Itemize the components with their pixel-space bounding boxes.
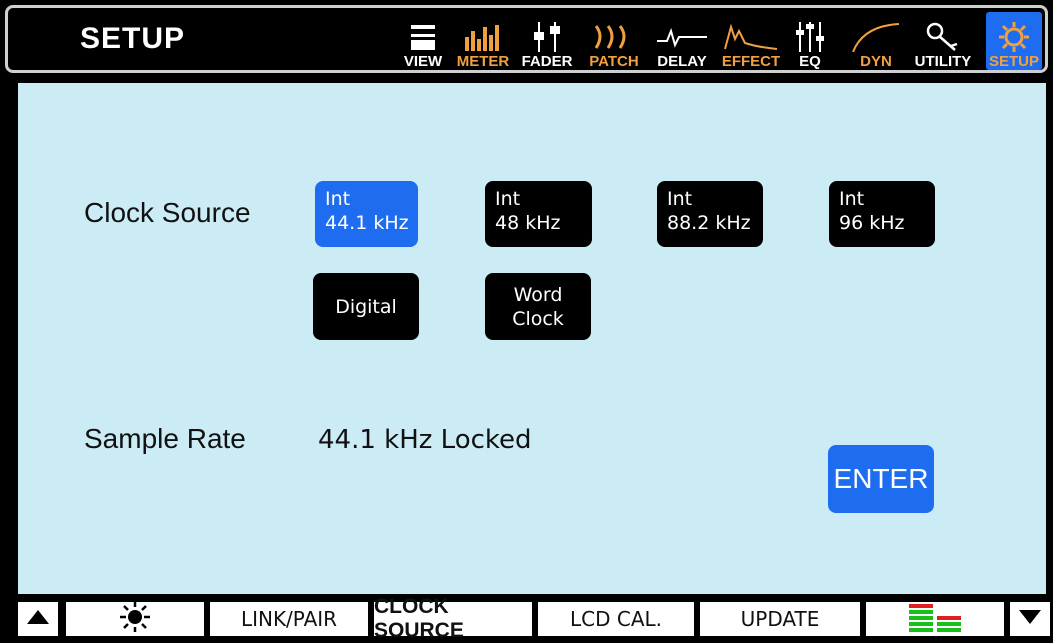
nav-utility-label: UTILITY bbox=[914, 53, 972, 70]
utility-icon bbox=[925, 20, 961, 54]
tab-link-pair[interactable]: LINK/PAIR bbox=[210, 602, 368, 636]
level-meter-button[interactable] bbox=[866, 602, 1004, 636]
view-icon bbox=[408, 20, 438, 54]
nav-view-label: VIEW bbox=[403, 53, 443, 70]
nav-dyn-label: DYN bbox=[860, 53, 892, 70]
nav-setup-label: SETUP bbox=[988, 53, 1039, 70]
nav-meter-label: METER bbox=[456, 53, 510, 70]
clock-int-44-1-button[interactable]: Int 44.1 kHz bbox=[315, 181, 418, 247]
eq-icon bbox=[795, 20, 825, 54]
nav-patch-label: PATCH bbox=[589, 53, 639, 70]
fader-icon bbox=[530, 20, 564, 54]
clock-int-48-line2: 48 kHz bbox=[495, 212, 561, 234]
brightness-button[interactable] bbox=[66, 601, 204, 637]
scroll-down-button[interactable] bbox=[1010, 602, 1050, 636]
clock-word-clock-button[interactable]: Word Clock bbox=[485, 273, 591, 340]
clock-int-96-button[interactable]: Int 96 kHz bbox=[829, 181, 935, 247]
delay-icon bbox=[657, 20, 707, 54]
nav-utility[interactable]: UTILITY bbox=[906, 12, 980, 70]
tab-clock-source[interactable]: CLOCK SOURCE bbox=[374, 595, 532, 642]
nav-patch[interactable]: PATCH bbox=[584, 12, 644, 70]
sample-rate-label: Sample Rate bbox=[84, 423, 246, 454]
nav-delay-label: DELAY bbox=[657, 53, 707, 70]
nav-effect[interactable]: EFFECT bbox=[718, 12, 784, 70]
level-meter-icon bbox=[905, 602, 965, 637]
setup-panel: Clock Source Int 44.1 kHz Int 48 kHz Int… bbox=[18, 83, 1046, 594]
nav-effect-label: EFFECT bbox=[721, 53, 781, 70]
clock-int-88-2-line2: 88.2 kHz bbox=[667, 212, 751, 234]
clock-int-44-1-line2: 44.1 kHz bbox=[325, 212, 409, 234]
setup-gear-icon bbox=[997, 20, 1031, 54]
dyn-icon bbox=[849, 20, 903, 54]
clock-int-44-1-line1: Int bbox=[325, 188, 351, 210]
meter-icon bbox=[463, 20, 503, 54]
clock-source-label: Clock Source bbox=[84, 197, 251, 228]
scroll-up-button[interactable] bbox=[18, 602, 58, 636]
clock-int-48-line1: Int bbox=[495, 188, 521, 210]
clock-word-clock-line1: Word bbox=[513, 283, 563, 306]
sample-rate-value: 44.1 kHz Locked bbox=[318, 425, 532, 455]
nav-fader[interactable]: FADER bbox=[518, 12, 576, 70]
clock-digital-label: Digital bbox=[335, 295, 397, 318]
tab-update[interactable]: UPDATE bbox=[700, 602, 860, 636]
nav-meter[interactable]: METER bbox=[456, 12, 510, 70]
clock-int-48-button[interactable]: Int 48 kHz bbox=[485, 181, 592, 247]
down-arrow-icon bbox=[1017, 608, 1043, 630]
nav-eq-label: EQ bbox=[799, 53, 821, 70]
nav-eq[interactable]: EQ bbox=[790, 12, 830, 70]
brightness-icon bbox=[118, 601, 152, 637]
nav-setup[interactable]: SETUP bbox=[986, 12, 1042, 70]
patch-icon bbox=[592, 20, 636, 54]
clock-digital-button[interactable]: Digital bbox=[313, 273, 419, 340]
clock-int-88-2-button[interactable]: Int 88.2 kHz bbox=[657, 181, 763, 247]
nav-dyn[interactable]: DYN bbox=[846, 12, 906, 70]
effect-icon bbox=[723, 20, 779, 54]
clock-int-96-line2: 96 kHz bbox=[839, 212, 905, 234]
clock-int-96-line1: Int bbox=[839, 188, 865, 210]
top-navigation-bar: SETUP VIEW METER FADER PATCH DELAY EFFEC bbox=[5, 5, 1048, 73]
clock-word-clock-line2: Clock bbox=[512, 307, 564, 330]
clock-int-88-2-line1: Int bbox=[667, 188, 693, 210]
enter-button[interactable]: ENTER bbox=[828, 445, 934, 513]
up-arrow-icon bbox=[25, 608, 51, 630]
tab-lcd-cal[interactable]: LCD CAL. bbox=[538, 602, 694, 636]
page-title: SETUP bbox=[80, 22, 186, 55]
nav-fader-label: FADER bbox=[521, 53, 573, 70]
nav-delay[interactable]: DELAY bbox=[652, 12, 712, 70]
nav-view[interactable]: VIEW bbox=[398, 12, 448, 70]
bottom-tab-bar: LINK/PAIR CLOCK SOURCE LCD CAL. UPDATE bbox=[0, 595, 1053, 642]
